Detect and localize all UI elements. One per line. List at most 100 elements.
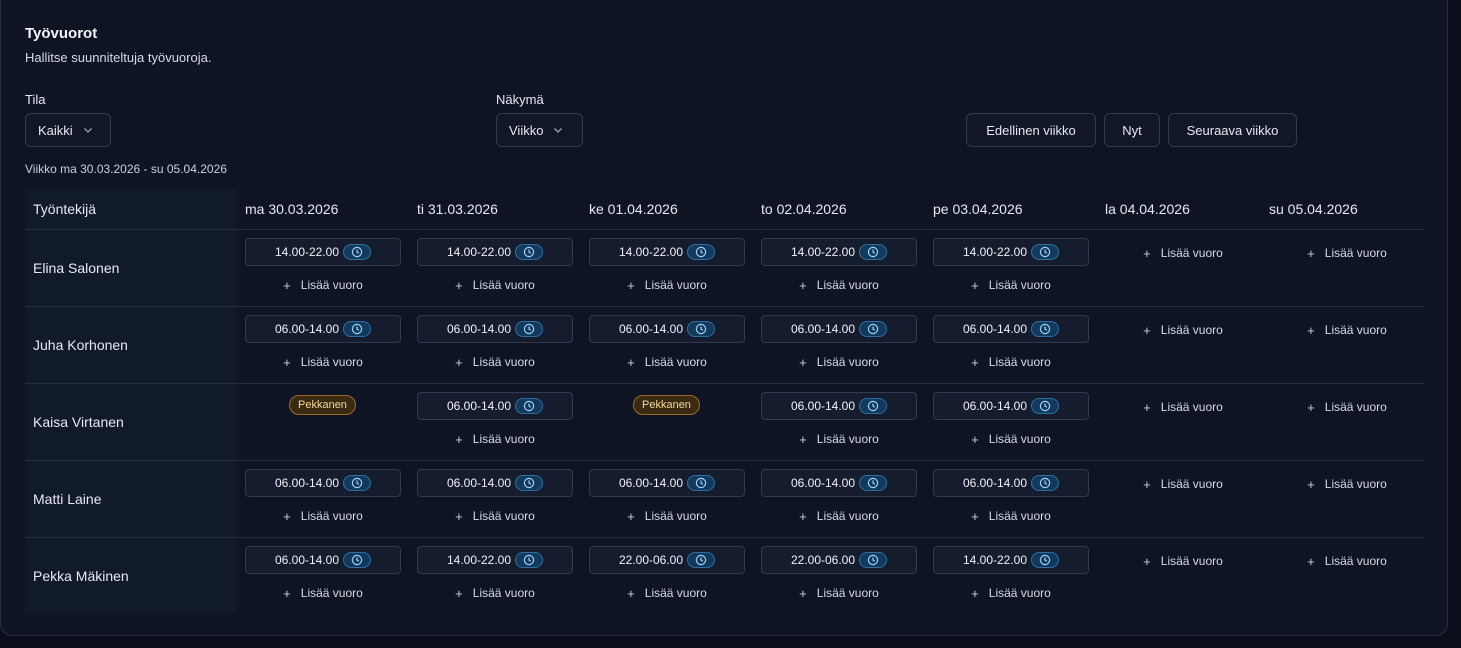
shift-chip[interactable]: 06.00-14.00 xyxy=(761,392,917,420)
add-shift-button[interactable]: + Lisää vuoro xyxy=(245,275,401,295)
day-column-header: to 02.04.2026 xyxy=(761,201,847,217)
shift-chip[interactable]: 06.00-14.00 xyxy=(245,469,401,497)
add-shift-button[interactable]: + Lisää vuoro xyxy=(933,506,1089,526)
shift-time: 14.00-22.00 xyxy=(962,245,1028,259)
shift-chip[interactable]: 06.00-14.00 xyxy=(417,315,573,343)
shift-chip[interactable]: 06.00-14.00 xyxy=(589,469,745,497)
add-shift-button[interactable]: + Lisää vuoro xyxy=(761,429,917,449)
add-shift-button[interactable]: + Lisää vuoro xyxy=(1105,320,1261,340)
day-cell: 06.00-14.00 + Lisää vuoro xyxy=(417,384,573,460)
shift-chip[interactable]: 14.00-22.00 xyxy=(417,238,573,266)
add-shift-button[interactable]: + Lisää vuoro xyxy=(1269,397,1425,417)
add-shift-button[interactable]: + Lisää vuoro xyxy=(1269,243,1425,263)
add-shift-label: Lisää vuoro xyxy=(1160,554,1223,568)
shift-time: 22.00-06.00 xyxy=(618,553,684,567)
shift-chip[interactable]: 14.00-22.00 xyxy=(933,238,1089,266)
add-shift-label: Lisää vuoro xyxy=(1324,400,1387,414)
add-shift-button[interactable]: + Lisää vuoro xyxy=(933,583,1089,603)
add-shift-button[interactable]: + Lisää vuoro xyxy=(589,506,745,526)
plus-icon: + xyxy=(1307,399,1315,415)
plus-icon: + xyxy=(283,277,291,293)
add-shift-button[interactable]: + Lisää vuoro xyxy=(589,352,745,372)
add-shift-button[interactable]: + Lisää vuoro xyxy=(245,583,401,603)
day-cell: 22.00-06.00 + Lisää vuoro xyxy=(589,538,745,614)
view-select[interactable]: Viikko xyxy=(496,113,583,147)
add-shift-button[interactable]: + Lisää vuoro xyxy=(1269,320,1425,340)
shift-chip[interactable]: 06.00-14.00 xyxy=(245,546,401,574)
schedule-table: Työntekijä ma 30.03.2026 ti 31.03.2026 ke … xyxy=(25,189,1425,614)
add-shift-label: Lisää vuoro xyxy=(816,278,879,292)
add-shift-button[interactable]: + Lisää vuoro xyxy=(1269,551,1425,571)
add-shift-button[interactable]: + Lisää vuoro xyxy=(1269,474,1425,494)
add-shift-button[interactable]: + Lisää vuoro xyxy=(1105,243,1261,263)
plus-icon: + xyxy=(455,508,463,524)
shift-chip[interactable]: 06.00-14.00 xyxy=(761,469,917,497)
add-shift-button[interactable]: + Lisää vuoro xyxy=(417,583,573,603)
add-shift-button[interactable]: + Lisää vuoro xyxy=(1105,474,1261,494)
add-shift-button[interactable]: + Lisää vuoro xyxy=(245,352,401,372)
day-cell: 06.00-14.00 + Lisää vuoro xyxy=(245,538,401,614)
page-subtitle: Hallitse suunniteltuja työvuoroja. xyxy=(25,50,212,65)
add-shift-button[interactable]: + Lisää vuoro xyxy=(1105,397,1261,417)
shift-chip[interactable]: 06.00-14.00 xyxy=(417,392,573,420)
add-shift-button[interactable]: + Lisää vuoro xyxy=(933,429,1089,449)
clock-icon xyxy=(515,552,544,568)
chevron-down-icon xyxy=(83,125,93,135)
shift-chip[interactable]: 06.00-14.00 xyxy=(245,315,401,343)
add-shift-button[interactable]: + Lisää vuoro xyxy=(589,275,745,295)
add-shift-button[interactable]: + Lisää vuoro xyxy=(417,429,573,449)
add-shift-button[interactable]: + Lisää vuoro xyxy=(1105,551,1261,571)
status-select[interactable]: Kaikki xyxy=(25,113,111,147)
add-shift-button[interactable]: + Lisää vuoro xyxy=(417,275,573,295)
day-cell: 06.00-14.00 + Lisää vuoro xyxy=(761,384,917,460)
shift-chip[interactable]: 06.00-14.00 xyxy=(933,469,1089,497)
shift-chip[interactable]: 14.00-22.00 xyxy=(417,546,573,574)
day-cell: 14.00-22.00 + Lisää vuoro xyxy=(933,230,1089,306)
add-shift-button[interactable]: + Lisää vuoro xyxy=(417,352,573,372)
now-button[interactable]: Nyt xyxy=(1104,113,1160,147)
previous-week-button[interactable]: Edellinen viikko xyxy=(966,113,1096,147)
day-cell: 14.00-22.00 + Lisää vuoro xyxy=(933,538,1089,614)
shift-chip[interactable]: 14.00-22.00 xyxy=(589,238,745,266)
plus-icon: + xyxy=(1143,399,1151,415)
plus-icon: + xyxy=(1307,322,1315,338)
shift-chip[interactable]: 06.00-14.00 xyxy=(933,315,1089,343)
add-shift-button[interactable]: + Lisää vuoro xyxy=(417,506,573,526)
add-shift-button[interactable]: + Lisää vuoro xyxy=(761,583,917,603)
add-shift-button[interactable]: + Lisää vuoro xyxy=(589,583,745,603)
add-shift-button[interactable]: + Lisää vuoro xyxy=(761,506,917,526)
shift-chip[interactable]: 06.00-14.00 xyxy=(589,315,745,343)
shift-time: 22.00-06.00 xyxy=(790,553,856,567)
shift-time: 06.00-14.00 xyxy=(962,476,1028,490)
day-cell: + Lisää vuoro xyxy=(1269,384,1425,460)
add-shift-button[interactable]: + Lisää vuoro xyxy=(245,506,401,526)
plus-icon: + xyxy=(455,354,463,370)
plus-icon: + xyxy=(627,585,635,601)
employee-name: Matti Laine xyxy=(33,491,102,507)
shift-chip[interactable]: 06.00-14.00 xyxy=(933,392,1089,420)
add-shift-button[interactable]: + Lisää vuoro xyxy=(933,275,1089,295)
shift-chip[interactable]: 06.00-14.00 xyxy=(761,315,917,343)
shift-time: 06.00-14.00 xyxy=(618,322,684,336)
clock-icon xyxy=(515,321,544,337)
shift-chip[interactable]: 14.00-22.00 xyxy=(933,546,1089,574)
shift-chip[interactable]: 22.00-06.00 xyxy=(761,546,917,574)
page-title: Työvuorot xyxy=(25,25,98,42)
add-shift-button[interactable]: + Lisää vuoro xyxy=(761,275,917,295)
add-shift-button[interactable]: + Lisää vuoro xyxy=(933,352,1089,372)
table-row: Juha Korhonen 06.00-14.00 + Lisää vuoro 06.0… xyxy=(25,307,1425,384)
day-column-header: ma 30.03.2026 xyxy=(245,201,339,217)
plus-icon: + xyxy=(1307,245,1315,261)
add-shift-button[interactable]: + Lisää vuoro xyxy=(761,352,917,372)
add-shift-label: Lisää vuoro xyxy=(1324,246,1387,260)
shift-chip[interactable]: 22.00-06.00 xyxy=(589,546,745,574)
next-week-button[interactable]: Seuraava viikko xyxy=(1168,113,1297,147)
plus-icon: + xyxy=(1307,476,1315,492)
shift-chip[interactable]: 06.00-14.00 xyxy=(417,469,573,497)
table-header-row: Työntekijä ma 30.03.2026 ti 31.03.2026 ke … xyxy=(25,189,1425,230)
add-shift-label: Lisää vuoro xyxy=(644,278,707,292)
shift-time: 06.00-14.00 xyxy=(618,476,684,490)
plus-icon: + xyxy=(1143,476,1151,492)
shift-chip[interactable]: 14.00-22.00 xyxy=(761,238,917,266)
shift-chip[interactable]: 14.00-22.00 xyxy=(245,238,401,266)
